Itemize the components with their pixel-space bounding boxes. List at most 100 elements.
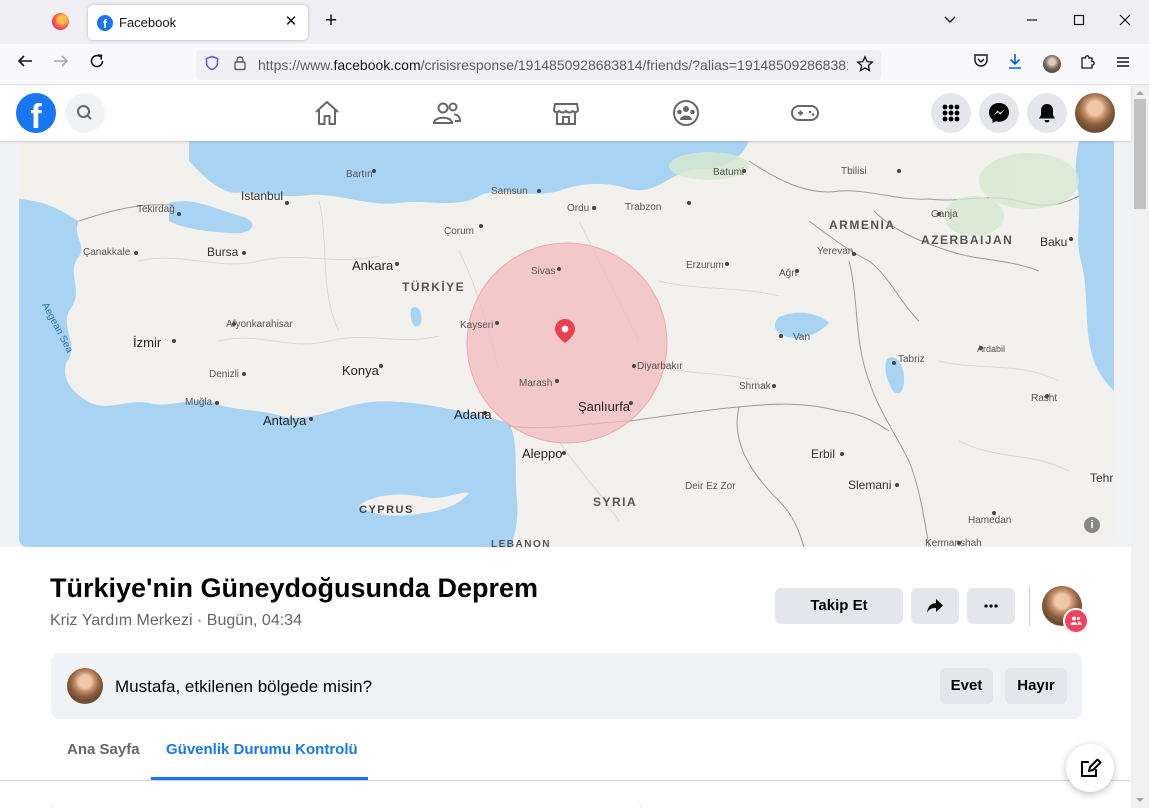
map-label: Çanakkale bbox=[83, 247, 131, 258]
groups-icon[interactable] bbox=[668, 95, 704, 131]
crisis-header: Türkiye'nin Güneydoğusunda Deprem Kriz Y… bbox=[0, 547, 1131, 808]
friends-badge-icon bbox=[1063, 608, 1089, 634]
messenger-icon[interactable] bbox=[979, 93, 1019, 133]
firefox-icon[interactable] bbox=[52, 13, 69, 30]
content-card bbox=[52, 798, 640, 808]
map-label: Kayseri bbox=[460, 320, 494, 331]
browser-tab[interactable]: f Facebook ✕ bbox=[88, 5, 308, 40]
map-label: Denizli bbox=[209, 369, 240, 380]
map-label: Marash bbox=[519, 378, 553, 389]
marketplace-icon[interactable] bbox=[548, 95, 584, 131]
search-icon[interactable] bbox=[65, 93, 105, 133]
tab-title: Facebook bbox=[119, 15, 177, 30]
map-label: Diyarbakır bbox=[637, 361, 683, 372]
map-label: TÜRKİYE bbox=[402, 280, 466, 294]
plus-icon[interactable]: + bbox=[320, 10, 342, 32]
star-icon[interactable] bbox=[855, 55, 875, 75]
url-text[interactable]: https://www.facebook.com/crisisresponse/… bbox=[258, 57, 848, 73]
map-label: Slemani bbox=[848, 478, 892, 492]
avatar bbox=[67, 668, 103, 704]
tab-home[interactable]: Ana Sayfa bbox=[67, 741, 140, 758]
map-label: Sivas bbox=[531, 266, 556, 277]
page-title: Türkiye'nin Güneydoğusunda Deprem bbox=[50, 573, 538, 603]
tab-strip: f Facebook ✕ + bbox=[0, 0, 1149, 44]
facebook-top-bar: f bbox=[0, 85, 1131, 141]
map-label: Shrnak bbox=[739, 381, 771, 392]
menu-grid-icon[interactable] bbox=[931, 93, 971, 133]
scrollbar[interactable] bbox=[1131, 85, 1149, 808]
map-label: Erzurum bbox=[686, 260, 724, 271]
map-label: Tekirdağ bbox=[137, 204, 175, 215]
tab-safety-check[interactable]: Güvenlik Durumu Kontrolü bbox=[166, 741, 358, 758]
follow-button[interactable]: Takip Et bbox=[775, 588, 903, 624]
map-label: Kermanshah bbox=[925, 538, 982, 547]
map-label: Tbilisi bbox=[841, 166, 867, 177]
close-icon[interactable]: ✕ bbox=[281, 12, 301, 32]
map-label: Trabzon bbox=[625, 202, 662, 213]
back-icon[interactable] bbox=[13, 52, 37, 76]
map-label: SYRIA bbox=[593, 495, 638, 509]
pocket-icon[interactable] bbox=[969, 52, 993, 76]
share-icon bbox=[927, 599, 943, 613]
map-label: Afyonkarahisar bbox=[226, 319, 293, 330]
profile-icon[interactable] bbox=[1040, 52, 1064, 76]
map-label: Van bbox=[793, 332, 811, 343]
divider bbox=[1029, 586, 1030, 626]
forward-icon[interactable] bbox=[49, 52, 73, 76]
map-label: AZERBAIJAN bbox=[921, 233, 1014, 247]
more-button[interactable] bbox=[967, 588, 1015, 624]
minimize-icon[interactable] bbox=[1020, 10, 1044, 34]
map-label: Tehr bbox=[1090, 471, 1114, 485]
compose-button[interactable] bbox=[1066, 744, 1114, 792]
map-label: Erbil bbox=[811, 447, 836, 461]
lock-icon[interactable] bbox=[230, 55, 250, 75]
notifications-icon[interactable] bbox=[1027, 93, 1067, 133]
chevron-down-icon[interactable] bbox=[938, 10, 962, 34]
page-subtitle: Kriz Yardım Merkezi · Bugün, 04:34 bbox=[50, 612, 302, 629]
gaming-icon[interactable] bbox=[787, 95, 823, 131]
map-label: Yerevan bbox=[817, 246, 854, 257]
yes-button[interactable]: Evet bbox=[940, 668, 993, 704]
download-icon[interactable] bbox=[1003, 52, 1027, 76]
map-label: Samsun bbox=[491, 186, 528, 197]
map-label: Ordu bbox=[567, 203, 590, 214]
profile-avatar[interactable] bbox=[1075, 93, 1115, 133]
extensions-icon[interactable] bbox=[1076, 52, 1100, 76]
share-button[interactable] bbox=[911, 588, 959, 624]
map-label: Konya bbox=[342, 363, 379, 378]
menu-icon[interactable] bbox=[1111, 52, 1135, 76]
safety-prompt: Mustafa, etkilenen bölgede misin? Evet H… bbox=[51, 653, 1082, 719]
map-label: Ankara bbox=[352, 258, 394, 273]
map-label: Çorum bbox=[444, 226, 475, 237]
map-label: Antalya bbox=[263, 413, 307, 428]
facebook-favicon-icon: f bbox=[97, 15, 113, 31]
map-label: LEBANON bbox=[491, 539, 551, 547]
address-bar[interactable]: https://www.facebook.com/crisisresponse/… bbox=[196, 50, 881, 80]
more-icon bbox=[984, 604, 998, 608]
map-label: İzmir bbox=[133, 335, 162, 350]
compose-icon bbox=[1081, 758, 1102, 777]
window-close-icon[interactable] bbox=[1113, 10, 1137, 34]
crisis-map[interactable]: Istanbul Tekirdağ Çanakkale Bursa İzmir … bbox=[19, 141, 1114, 547]
active-tab-indicator bbox=[151, 777, 368, 780]
map-label: Rasht bbox=[1031, 393, 1058, 404]
map-label: Aleppo bbox=[522, 446, 563, 461]
maximize-icon[interactable] bbox=[1067, 10, 1091, 34]
home-icon[interactable] bbox=[309, 95, 345, 131]
map-label: ARMENIA bbox=[829, 218, 896, 232]
reload-icon[interactable] bbox=[85, 52, 109, 76]
map-label: CYPRUS bbox=[359, 504, 414, 516]
map-label: Hamedan bbox=[968, 515, 1012, 526]
shield-icon[interactable] bbox=[202, 55, 222, 75]
map-label: Istanbul bbox=[241, 189, 284, 203]
scrollbar-thumb[interactable] bbox=[1134, 99, 1146, 209]
map-label: Bartın bbox=[346, 169, 373, 180]
friends-icon[interactable] bbox=[429, 95, 465, 131]
map-label: Şanlıurfa bbox=[578, 399, 631, 414]
map-label: Ganja bbox=[931, 209, 958, 220]
facebook-logo-icon[interactable]: f bbox=[16, 93, 56, 133]
map-info-icon[interactable]: i bbox=[1084, 517, 1100, 533]
browser-window: f Facebook ✕ + https://www.facebook.com/… bbox=[0, 0, 1149, 808]
no-button[interactable]: Hayır bbox=[1005, 668, 1067, 704]
map-label: Bursa bbox=[207, 245, 239, 259]
